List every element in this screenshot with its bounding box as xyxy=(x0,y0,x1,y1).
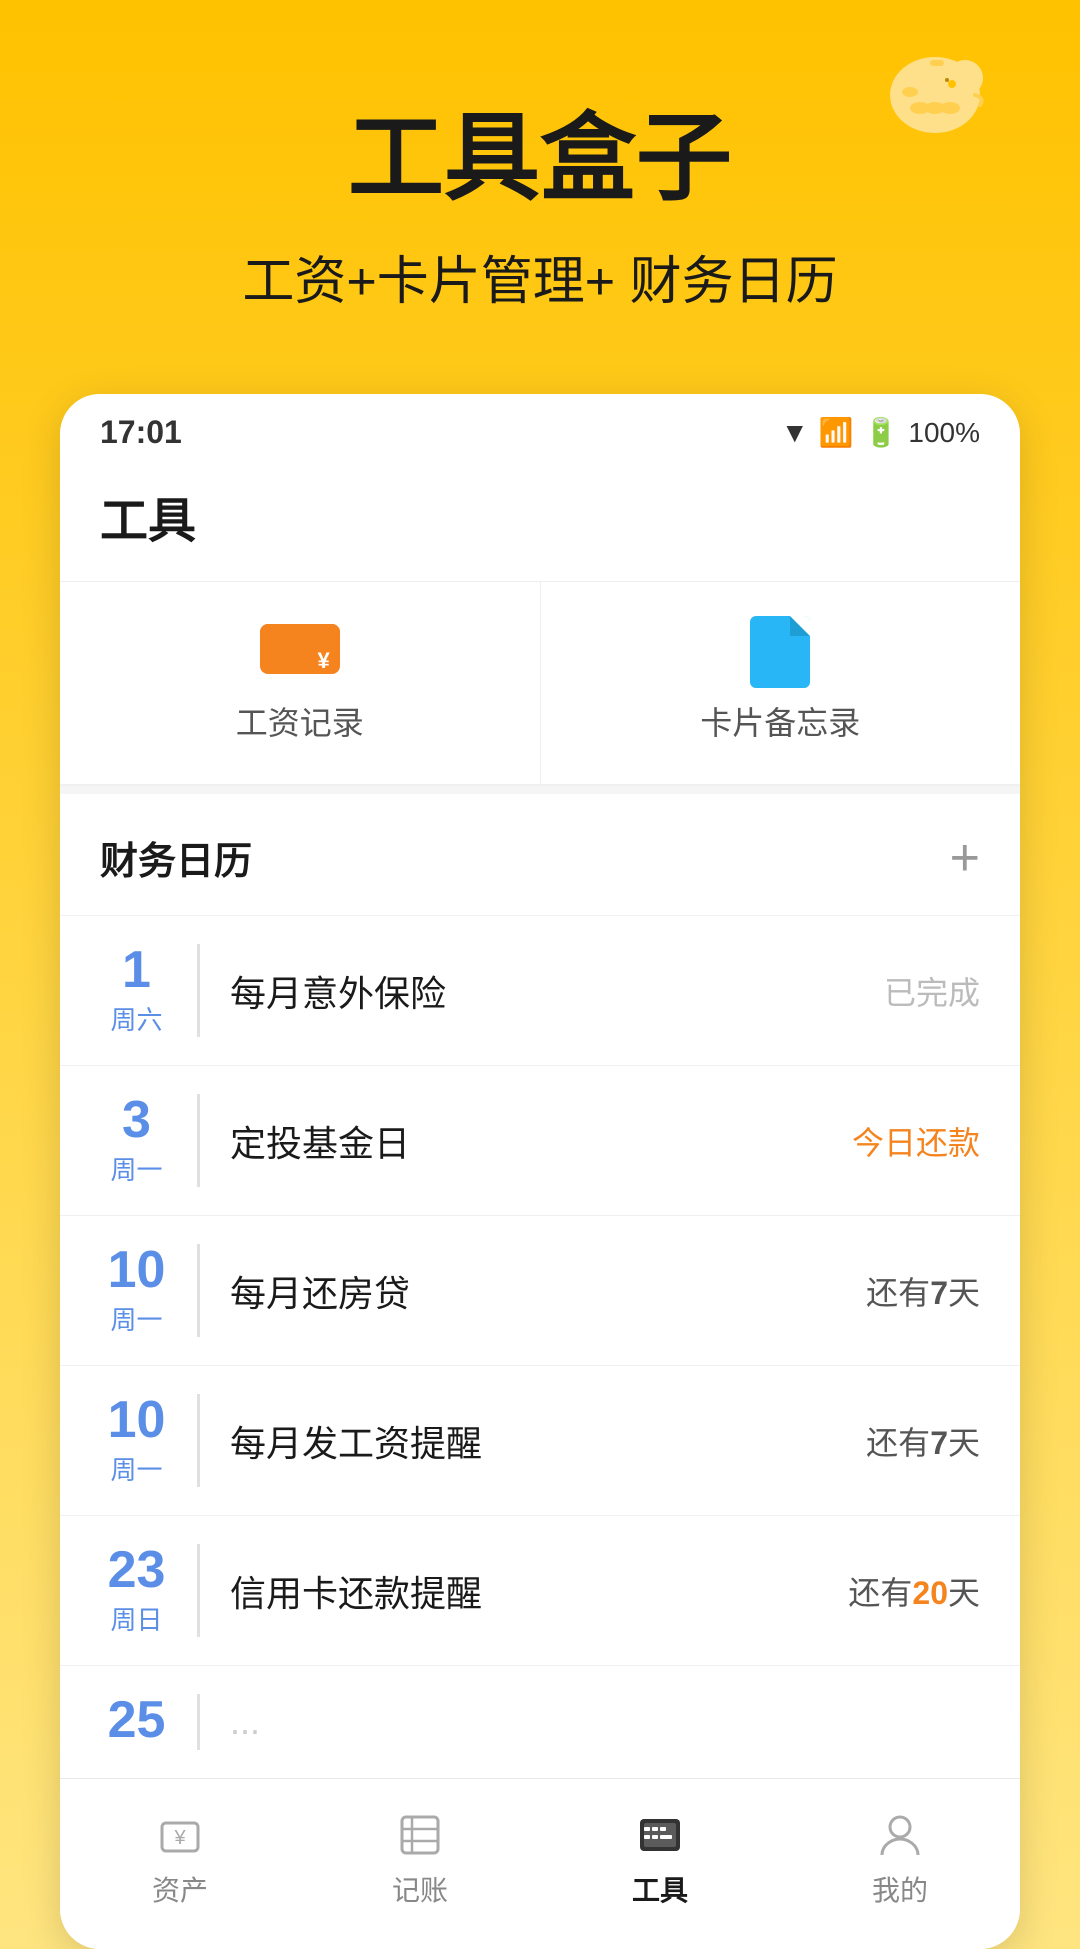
salary-icon: ¥ xyxy=(260,624,340,680)
date-num-3: 10 xyxy=(108,1244,166,1296)
card-memo-button[interactable]: 卡片备忘录 xyxy=(541,582,1021,784)
item-status-2: 今日还款 xyxy=(852,1118,980,1164)
date-num-4: 10 xyxy=(108,1394,166,1446)
calendar-item-3: 10 周一 每月还房贷 还有7天 xyxy=(60,1215,1020,1365)
nav-assets-label: 资产 xyxy=(152,1869,208,1909)
item-status-3: 还有7天 xyxy=(866,1268,980,1314)
date-col-5: 23 周日 xyxy=(100,1544,200,1637)
tool-buttons-row: ¥ 工资记录 卡片备忘录 xyxy=(60,582,1020,786)
wifi-icon: ▼ xyxy=(781,417,809,449)
date-num-5: 23 xyxy=(108,1544,166,1596)
nav-mine-icon xyxy=(874,1809,926,1861)
date-num-2: 3 xyxy=(122,1094,151,1146)
card-memo-label: 卡片备忘录 xyxy=(700,698,860,744)
item-status-5: 还有20天 xyxy=(848,1568,980,1614)
date-day-2: 周一 xyxy=(110,1150,162,1187)
date-col-1: 1 周六 xyxy=(100,944,200,1037)
calendar-item-1: 1 周六 每月意外保险 已完成 xyxy=(60,915,1020,1065)
battery-icon: 🔋 xyxy=(864,416,899,449)
card-memo-icon-container xyxy=(740,622,820,682)
item-name-6: ... xyxy=(230,1701,980,1743)
date-col-6: 25 xyxy=(100,1694,200,1750)
item-name-1: 每月意外保险 xyxy=(230,965,884,1017)
nav-tools-icon xyxy=(634,1809,686,1861)
item-name-5: 信用卡还款提醒 xyxy=(230,1565,848,1617)
card-memo-icon xyxy=(750,616,810,688)
salary-label: 工资记录 xyxy=(236,698,364,744)
date-num-1: 1 xyxy=(122,944,151,996)
date-col-2: 3 周一 xyxy=(100,1094,200,1187)
app-header: 工具 xyxy=(60,461,1020,582)
page-main-title: 工具盒子 xyxy=(60,80,1020,219)
nav-item-mine[interactable]: 我的 xyxy=(780,1799,1020,1919)
item-status-1: 已完成 xyxy=(884,968,980,1014)
nav-item-tools[interactable]: 工具 xyxy=(540,1799,780,1919)
status-icons: ▼ 📶 🔋 100% xyxy=(781,416,980,449)
date-day-4: 周一 xyxy=(110,1450,162,1487)
salary-button[interactable]: ¥ 工资记录 xyxy=(60,582,541,784)
calendar-item-6: 25 ... xyxy=(60,1665,1020,1778)
nav-item-ledger[interactable]: 记账 xyxy=(300,1799,540,1919)
calendar-title: 财务日历 xyxy=(100,830,252,885)
calendar-item-4: 10 周一 每月发工资提醒 还有7天 xyxy=(60,1365,1020,1515)
salary-icon-container: ¥ xyxy=(260,622,340,682)
svg-text:¥: ¥ xyxy=(173,1827,186,1849)
nav-ledger-icon xyxy=(394,1809,446,1861)
bottom-nav: ¥ 资产 记账 xyxy=(60,1778,1020,1949)
date-col-4: 10 周一 xyxy=(100,1394,200,1487)
date-day-1: 周六 xyxy=(110,1000,162,1037)
date-day-5: 周日 xyxy=(110,1600,162,1637)
nav-tools-label: 工具 xyxy=(632,1869,688,1909)
calendar-header: 财务日历 + xyxy=(60,794,1020,915)
signal-icon: 📶 xyxy=(819,416,854,449)
status-time: 17:01 xyxy=(100,414,182,451)
add-calendar-button[interactable]: + xyxy=(950,832,980,884)
phone-card: 17:01 ▼ 📶 🔋 100% 工具 ¥ 工资记录 xyxy=(60,394,1020,1949)
piggy-icon xyxy=(880,40,1000,140)
item-status-4: 还有7天 xyxy=(866,1418,980,1464)
date-col-3: 10 周一 xyxy=(100,1244,200,1337)
nav-item-assets[interactable]: ¥ 资产 xyxy=(60,1799,300,1919)
nav-assets-icon: ¥ xyxy=(154,1809,206,1861)
nav-ledger-label: 记账 xyxy=(392,1869,448,1909)
status-bar: 17:01 ▼ 📶 🔋 100% xyxy=(60,394,1020,461)
calendar-item-5: 23 周日 信用卡还款提醒 还有20天 xyxy=(60,1515,1020,1665)
date-num-6: 25 xyxy=(108,1694,166,1746)
date-day-3: 周一 xyxy=(110,1300,162,1337)
page-sub-title: 工资+卡片管理+ 财务日历 xyxy=(60,239,1020,314)
app-title: 工具 xyxy=(100,495,196,548)
calendar-section: 财务日历 + 1 周六 每月意外保险 已完成 3 周一 定投基金日 今日还款 1… xyxy=(60,794,1020,1778)
page-header: 工具盒子 工资+卡片管理+ 财务日历 xyxy=(0,0,1080,354)
item-name-3: 每月还房贷 xyxy=(230,1265,866,1317)
item-name-2: 定投基金日 xyxy=(230,1115,852,1167)
item-name-4: 每月发工资提醒 xyxy=(230,1415,866,1467)
battery-percent: 100% xyxy=(908,417,980,449)
calendar-item-2: 3 周一 定投基金日 今日还款 xyxy=(60,1065,1020,1215)
nav-mine-label: 我的 xyxy=(872,1869,928,1909)
